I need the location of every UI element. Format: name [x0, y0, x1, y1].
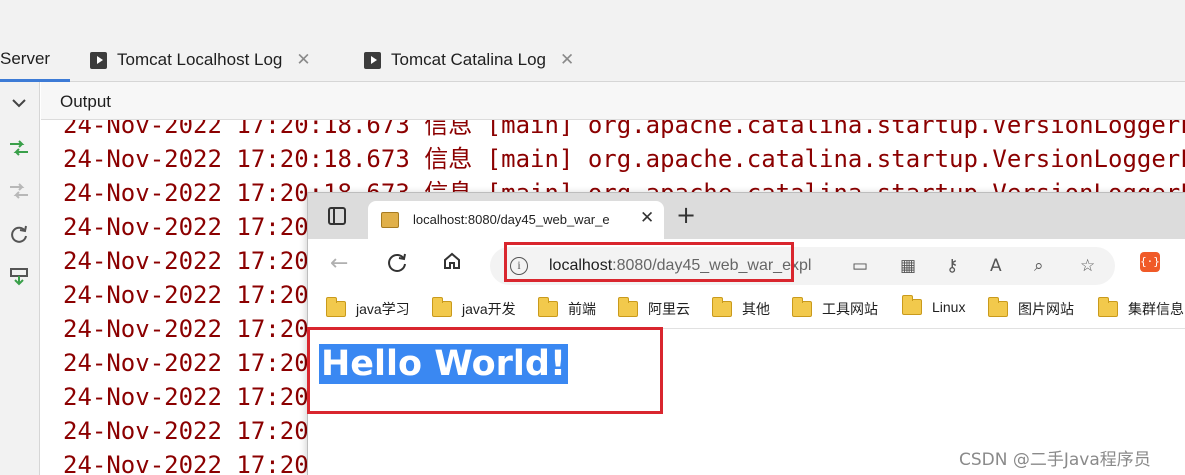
bookmark-folder[interactable]: 工具网站 — [792, 297, 878, 319]
bookmark-folder[interactable]: 阿里云 — [618, 297, 690, 319]
home-icon[interactable] — [442, 251, 462, 277]
bookmark-label: 其他 — [742, 301, 770, 317]
tab-label: Tomcat Localhost Log — [117, 50, 283, 69]
deploy-down-icon[interactable] — [8, 265, 30, 287]
bookmark-folder[interactable]: 图片网站 — [988, 297, 1074, 319]
reload-icon[interactable] — [386, 251, 408, 279]
zoom-icon[interactable]: ⌕ — [1034, 256, 1044, 276]
ide-tab-bar: Server Tomcat Localhost Log ✕ Tomcat Cat… — [0, 0, 1185, 82]
folder-icon — [326, 297, 346, 317]
add-favorite-icon[interactable]: ☆ — [1080, 256, 1095, 276]
bookmark-folder[interactable]: java学习 — [326, 297, 410, 319]
tool-gutter — [0, 82, 40, 475]
tab-tomcat-localhost-log[interactable]: Tomcat Localhost Log ✕ — [90, 38, 311, 82]
bookmark-label: 阿里云 — [648, 301, 690, 317]
grid-apps-icon[interactable]: ▦ — [900, 256, 916, 276]
bookmark-label: java开发 — [462, 301, 516, 317]
refresh-icon[interactable] — [8, 223, 30, 245]
back-icon[interactable]: ← — [330, 251, 348, 276]
bookmark-label: java学习 — [356, 301, 410, 317]
close-icon[interactable]: ✕ — [560, 50, 574, 70]
browser-tab-title: localhost:8080/day45_web_war_e — [413, 212, 610, 227]
folder-icon — [618, 297, 638, 317]
browser-tab-strip: localhost:8080/day45_web_war_e ✕ + — [308, 193, 1185, 239]
tab-label: Tomcat Catalina Log — [391, 50, 546, 69]
folder-icon — [712, 297, 732, 317]
tab-server-label: Server — [0, 48, 51, 68]
folder-icon — [1098, 297, 1118, 317]
deploy-arrow-icon[interactable] — [8, 137, 30, 159]
folder-icon — [902, 295, 922, 315]
output-header: Output — [41, 82, 1185, 120]
browser-tab[interactable]: localhost:8080/day45_web_war_e ✕ — [368, 201, 664, 239]
close-icon[interactable]: ✕ — [296, 50, 310, 70]
watermark: CSDN @二手Java程序员 — [959, 450, 1151, 470]
tab-actions-icon[interactable] — [328, 207, 346, 225]
bookmark-label: 前端 — [568, 301, 596, 317]
bookmark-folder[interactable]: 前端 — [538, 297, 596, 319]
app-available-icon[interactable]: ▭ — [852, 256, 868, 276]
address-highlight-box — [504, 242, 794, 282]
bookmark-label: 工具网站 — [822, 301, 878, 317]
bookmark-folder[interactable]: 其他 — [712, 297, 770, 319]
bookmarks-bar: java学习 java开发 前端 阿里云 其他 工具网站 Linux 图片网站 … — [308, 293, 1185, 329]
chevron-down-icon[interactable] — [8, 92, 30, 114]
log-line: 24-Nov-2022 17:20:18.673 信息 [main] org.a… — [63, 120, 1185, 139]
new-tab-icon[interactable]: + — [676, 201, 696, 229]
log-line: 24-Nov-2022 17:20:18.673 信息 [main] org.a… — [63, 145, 1185, 173]
bookmark-label: Linux — [932, 299, 966, 315]
folder-icon — [538, 297, 558, 317]
log-icon — [364, 51, 381, 69]
close-icon[interactable]: ✕ — [640, 208, 654, 228]
log-icon — [90, 51, 107, 69]
output-label: Output — [60, 92, 112, 111]
bookmark-folder[interactable]: java开发 — [432, 297, 516, 319]
read-aloud-icon[interactable]: A — [990, 256, 1002, 276]
undeploy-arrow-icon[interactable] — [8, 180, 30, 202]
tomcat-favicon-icon — [381, 212, 399, 228]
key-icon[interactable]: ⚷ — [946, 256, 958, 276]
bookmark-folder[interactable]: Linux — [902, 295, 966, 315]
bookmark-label: 图片网站 — [1018, 301, 1074, 317]
tab-tomcat-catalina-log[interactable]: Tomcat Catalina Log ✕ — [364, 38, 574, 82]
tab-server[interactable]: Server — [0, 38, 70, 82]
folder-icon — [792, 297, 812, 317]
bookmark-label: 集群信息 — [1128, 301, 1184, 317]
folder-icon — [988, 297, 1008, 317]
bookmark-folder[interactable]: 集群信息 — [1098, 297, 1184, 319]
extension-icon[interactable]: {·} — [1140, 252, 1160, 272]
content-highlight-box — [307, 327, 663, 414]
folder-icon — [432, 297, 452, 317]
